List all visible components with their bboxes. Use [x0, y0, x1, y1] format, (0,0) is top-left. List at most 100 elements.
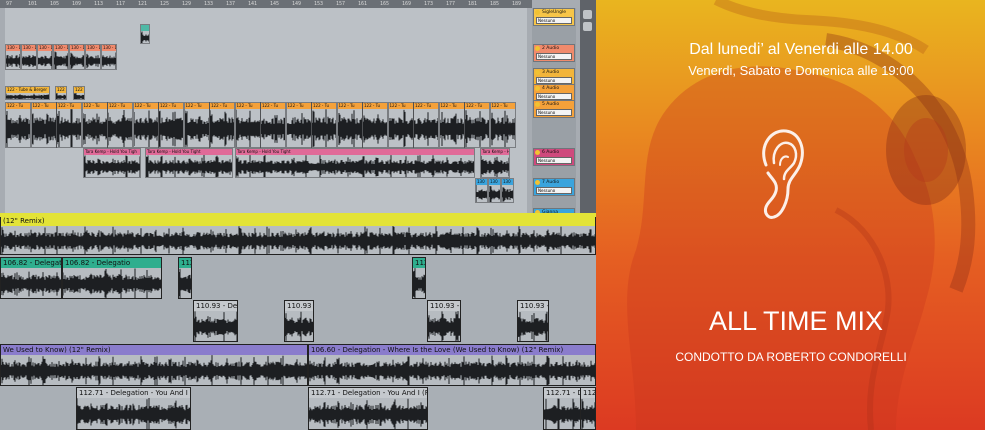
clip[interactable]: 122 - Tu: [81, 102, 108, 148]
clip[interactable]: 122 - Tu: [260, 102, 286, 148]
detail-clip[interactable]: 110.93 - Dele: [193, 300, 238, 342]
clip[interactable]: 122 - Tu: [158, 102, 184, 148]
detail-clip[interactable]: 110.93 -: [284, 300, 314, 342]
detail-clip[interactable]: 110.93 -: [517, 300, 549, 342]
detail-clip-label: 110.93 - Dele: [194, 301, 237, 311]
detail-clip[interactable]: 112: [178, 257, 192, 299]
detail-clip-label: We Used to Know) (12" Remix): [1, 345, 307, 355]
clip[interactable]: 130: [501, 178, 514, 203]
mixer-strip[interactable]: 2 Audio Nessuno: [533, 44, 575, 62]
ruler-tick: 121: [138, 1, 148, 7]
clip[interactable]: 122 - Tu: [56, 102, 82, 148]
detail-clip-label: 112.71 -: [581, 388, 595, 398]
clip[interactable]: 130 - Da: [37, 44, 53, 70]
mixer-strip[interactable]: 6 Audio Nessuno: [533, 148, 575, 166]
detail-clip-label: 112.71 - Delegation - You And I (Rem: [309, 388, 427, 398]
clip[interactable]: 122 - Tu: [464, 102, 490, 148]
show-title: ALL TIME MIX: [708, 306, 884, 336]
detail-clip[interactable]: 112.71 -: [580, 387, 596, 430]
clip[interactable]: Tara Kemp - Hold You Tight: [145, 148, 233, 178]
detail-clip[interactable]: 106.82 - Delegatio: [0, 257, 62, 299]
clip[interactable]: Tara Kemp - Hold You Tigh: [83, 148, 141, 178]
clip-detail-view: (12" Remix) 106.82 - Delegatio106.82 - De…: [0, 217, 596, 430]
mixer-strip[interactable]: 5 Audio Nessuno: [533, 100, 575, 118]
detail-clip-label: 112: [413, 258, 425, 268]
detail-clip[interactable]: (12" Remix): [0, 217, 596, 255]
ruler-tick: 125: [160, 1, 170, 7]
clip[interactable]: 122 - Tu: [132, 102, 159, 148]
clip[interactable]: 122 - Tu: [209, 102, 235, 148]
mixer-track-name: 4 Audio: [534, 85, 574, 92]
clip[interactable]: [140, 24, 150, 44]
mixer-track-name: 5 Audio: [534, 101, 574, 108]
clip[interactable]: 122: [73, 86, 85, 100]
clip[interactable]: 122 - Tu: [5, 102, 31, 148]
ear-icon: [762, 129, 804, 219]
clip[interactable]: 122: [55, 86, 67, 100]
clip[interactable]: 130 - Da: [53, 44, 69, 70]
clip[interactable]: 122 - Tu: [311, 102, 337, 148]
clip[interactable]: 122 - Tu: [413, 102, 439, 148]
clip[interactable]: 122 - Tu: [336, 102, 363, 148]
clip[interactable]: 122 - Tube & Berger: [5, 86, 50, 100]
input-selector[interactable]: Nessuno: [536, 77, 572, 84]
clip[interactable]: 122 - Tu: [362, 102, 388, 148]
detail-clip[interactable]: 112.71 - Delegation - You And I (Rem: [308, 387, 428, 430]
detail-clip-label: 110.93 -: [285, 301, 313, 311]
scroll-down-button[interactable]: [583, 22, 592, 31]
clip[interactable]: 130: [488, 178, 501, 203]
ruler-tick: 129: [182, 1, 192, 7]
input-selector[interactable]: Nessuno: [536, 109, 572, 116]
detail-clip-label: 106.60 - Delegation - Where Is the Love …: [309, 345, 595, 355]
track-lane-8[interactable]: [5, 203, 527, 213]
input-selector[interactable]: Nessuno: [536, 93, 572, 100]
ruler-tick: 181: [468, 1, 478, 7]
clip[interactable]: 130 - Da: [85, 44, 101, 70]
detail-clip-label: 110.93 -: [518, 301, 548, 311]
detail-clip[interactable]: We Used to Know) (12" Remix): [0, 344, 308, 386]
clip[interactable]: 122 - Tu: [107, 102, 133, 148]
vertical-scrollbar[interactable]: [580, 0, 596, 213]
timeline-ruler[interactable]: 97 101 105 109 113 117 121 125 129 133 137 141 145 14…: [0, 0, 532, 8]
clip[interactable]: 130 - Da: [5, 44, 21, 70]
clip[interactable]: 122 - Tu: [489, 102, 516, 148]
mixer-strip[interactable]: 7 Audio Nessuno: [533, 178, 575, 196]
clip[interactable]: 130 - Da: [69, 44, 85, 70]
ruler-tick: 109: [72, 1, 82, 7]
ruler-tick: 97: [6, 1, 13, 7]
mixer-strip[interactable]: SigleUngle Nessuno: [533, 8, 575, 26]
detail-clip-label: 110.93 -: [428, 301, 460, 311]
detail-clip[interactable]: 106.82 - Delegatio: [62, 257, 162, 299]
detail-clip[interactable]: 112.71 - Delegation - You And I (Rem: [76, 387, 191, 430]
scroll-up-button[interactable]: [583, 10, 592, 19]
host-line: CONDOTTO DA ROBERTO CONDORELLI: [675, 350, 907, 364]
daw-screenshot: 97 101 105 109 113 117 121 125 129 133 137 141 145 14…: [0, 0, 596, 430]
track-lane-7[interactable]: [5, 178, 527, 204]
detail-clip[interactable]: 110.93 -: [427, 300, 461, 342]
ruler-tick: 145: [270, 1, 280, 7]
track-lane-1[interactable]: [5, 8, 527, 45]
clip[interactable]: 122 - Tu: [285, 102, 312, 148]
clip[interactable]: 122 - Tu: [183, 102, 210, 148]
clip[interactable]: 130 - Da: [101, 44, 117, 70]
ruler-tick: 137: [226, 1, 236, 7]
clip[interactable]: 130 - Da: [21, 44, 37, 70]
input-selector[interactable]: Nessuno: [536, 187, 572, 194]
clip[interactable]: 130: [475, 178, 488, 203]
clip[interactable]: 122 - Tu: [387, 102, 414, 148]
detail-clip[interactable]: 106.60 - Delegation - Where Is the Love …: [308, 344, 596, 386]
detail-clip[interactable]: 112: [412, 257, 426, 299]
ruler-tick: 173: [424, 1, 434, 7]
input-selector[interactable]: Nessuno: [536, 53, 572, 60]
clip[interactable]: Tara Kemp - Hold: [480, 148, 510, 178]
ruler-tick: 185: [490, 1, 500, 7]
clip[interactable]: 122 - Tu: [438, 102, 465, 148]
track-mixer: SigleUngle Nessuno 2 Audio Nessuno 3 Audio Ne…: [532, 8, 576, 213]
clip[interactable]: Tara Kemp - Hold You Tight: [235, 148, 475, 178]
detail-clip-label: 106.82 - Delegatio: [63, 258, 161, 268]
clip[interactable]: 122 - Tu: [30, 102, 57, 148]
clip[interactable]: 122 - Tu: [234, 102, 261, 148]
input-selector[interactable]: Nessuno: [536, 17, 572, 24]
ruler-tick: 141: [248, 1, 258, 7]
input-selector[interactable]: Nessuno: [536, 157, 572, 164]
